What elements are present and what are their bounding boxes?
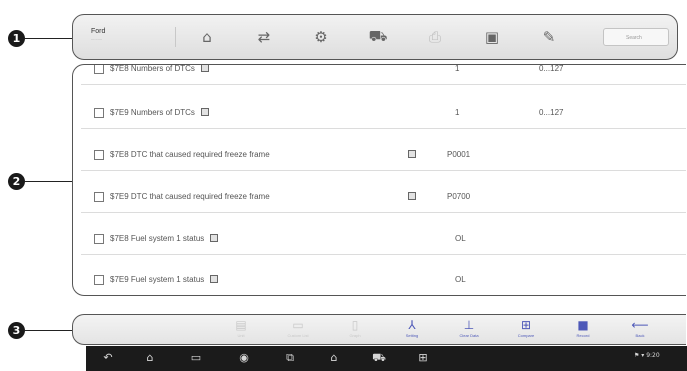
row-checkbox[interactable] [94,192,104,202]
fn-label: Back [635,333,645,338]
vci-icon: ⛟ [368,27,388,45]
back-button[interactable]: ⟵ Back [617,317,663,339]
graph-icon[interactable] [210,275,219,283]
system-navigation-bar: ↶ ⌂ ▭ ◉ ⧉ ⌂ ⛟ ⊞ ⚑ ▾ 9:20 [86,346,687,371]
row-range: 0...127 [539,108,564,117]
tools-icon: ✎ [542,28,556,46]
row-parameter-name: $7E9 DTC that caused required freeze fra… [110,192,270,201]
custom-list-button[interactable]: ▭ Custom List [275,317,321,339]
callout-2-leader [25,181,72,182]
row-range: 0...127 [539,64,564,73]
vehicle-sub: .......... [91,36,103,41]
callout-1: 1 [8,30,25,47]
row-value: P0700 [447,192,471,201]
row-parameter-name: $7E8 DTC that caused required freeze fra… [110,150,270,159]
network-icon[interactable]: ⊞ [411,349,435,367]
fn-label: Record [576,333,590,338]
list-item[interactable]: $7E9 Numbers of DTCs 1 0...127 [81,98,686,129]
toolbar-separator [175,27,176,47]
fn-label: Compare [517,333,535,338]
row-parameter-name: $7E8 Numbers of DTCs [110,64,209,73]
graph-icon[interactable] [210,234,219,242]
home-icon: ⌂ [202,28,212,46]
tools-button[interactable]: ✎ [527,24,571,50]
graph-icon[interactable] [408,150,416,158]
row-value: 1 [455,64,460,73]
status-area: ⚑ ▾ 9:20 [634,352,660,359]
print-button[interactable]: ⎙ [413,24,457,50]
clear-data-icon: ⊥ [463,318,475,332]
setting-icon: ⅄ [408,318,416,332]
row-value: OL [455,234,466,243]
row-value: P0001 [447,150,471,159]
fn-label: Clear Data [459,333,479,338]
autel-home-icon[interactable]: ⌂ [322,349,346,367]
graph-icon[interactable] [408,192,416,200]
vehicle-info: Ford .......... [91,28,161,42]
graph-icon: ▯ [351,318,359,332]
row-value: 1 [455,108,460,117]
save-icon: ▣ [484,28,500,46]
unit-button[interactable]: ▤ Unit [218,317,264,339]
row-checkbox[interactable] [94,234,104,244]
vci-icon[interactable]: ⛟ [367,349,391,367]
callout-3: 3 [8,322,25,339]
row-value: OL [455,275,466,284]
graph-icon[interactable] [200,108,209,116]
list-item[interactable]: $7E8 Numbers of DTCs 1 0...127 [81,64,686,85]
row-parameter-text: $7E8 Fuel system 1 status [110,234,205,243]
settings-icon: ⚙ [314,28,328,46]
fn-label: Graph [349,333,361,338]
home-button[interactable]: ⌂ [185,24,229,50]
record-icon: ■ [577,318,589,332]
row-parameter-text: $7E8 Numbers of DTCs [110,64,195,73]
back-icon[interactable]: ↶ [96,349,120,367]
unit-icon: ▤ [235,318,247,332]
top-toolbar: Ford .......... ⌂ ⇄ ⚙ ⛟ ⎙ ▣ ✎ Search [72,14,678,60]
row-checkbox[interactable] [94,275,104,285]
row-checkbox[interactable] [94,65,104,74]
chrome-icon[interactable]: ◉ [232,349,256,367]
row-checkbox[interactable] [94,150,104,160]
vehicle-swap-button[interactable]: ⇄ [242,24,286,50]
row-parameter-text: $7E9 Numbers of DTCs [110,108,195,117]
vehicle-swap-icon: ⇄ [257,28,271,46]
row-parameter-name: $7E9 Numbers of DTCs [110,108,209,117]
row-parameter-text: $7E9 Fuel system 1 status [110,275,205,284]
row-checkbox[interactable] [94,108,104,118]
callout-2: 2 [8,173,25,190]
function-bar: ▤ Unit ▭ Custom List ▯ Graph ⅄ Setting ⊥… [72,314,686,345]
setting-button[interactable]: ⅄ Setting [389,317,435,339]
row-parameter-name: $7E8 Fuel system 1 status [110,234,219,243]
compare-icon: ⊞ [520,318,532,332]
fn-label: Custom List [287,333,309,338]
graph-button[interactable]: ▯ Graph [332,317,378,339]
custom-list-icon: ▭ [292,318,304,332]
settings-button[interactable]: ⚙ [299,24,343,50]
vehicle-make: Ford [91,28,106,35]
record-button[interactable]: ■ Record [560,317,606,339]
save-button[interactable]: ▣ [470,24,514,50]
list-item[interactable]: $7E9 DTC that caused required freeze fra… [81,182,686,213]
callout-3-leader [25,330,72,331]
vci-button[interactable]: ⛟ [356,24,400,50]
screenshot-icon[interactable]: ⧉ [278,349,302,367]
clear-data-button[interactable]: ⊥ Clear Data [446,317,492,339]
data-stream-list: $7E8 Numbers of DTCs 1 0...127 $7E9 Numb… [72,64,686,296]
list-item[interactable]: $7E9 Fuel system 1 status OL [81,265,686,295]
list-item[interactable]: $7E8 Fuel system 1 status OL [81,224,686,255]
row-parameter-name: $7E9 Fuel system 1 status [110,275,219,284]
back-arrow-icon: ⟵ [631,318,649,332]
fn-label: Unit [237,333,245,338]
print-icon: ⎙ [428,28,441,46]
compare-button[interactable]: ⊞ Compare [503,317,549,339]
callout-1-leader [25,38,72,39]
fn-label: Setting [405,333,419,338]
list-item[interactable]: $7E8 DTC that caused required freeze fra… [81,140,686,171]
recent-apps-icon[interactable]: ▭ [184,349,208,367]
graph-icon[interactable] [200,65,209,72]
home-icon[interactable]: ⌂ [138,349,162,367]
search-input[interactable]: Search [603,28,669,46]
